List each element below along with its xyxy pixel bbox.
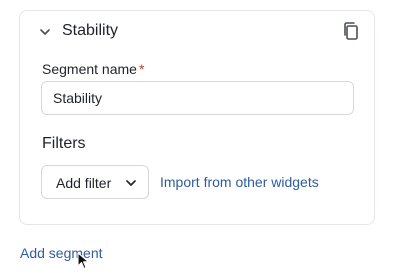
copy-icon[interactable] (342, 21, 360, 41)
segment-name-label-text: Segment name (42, 61, 137, 77)
add-filter-label: Add filter (56, 175, 112, 191)
segment-name-input[interactable]: Stability (41, 81, 354, 115)
mouse-cursor-icon (77, 252, 90, 270)
chevron-down-icon[interactable] (38, 25, 52, 39)
segment-card: Stability Segment name * Stability Filter… (19, 10, 375, 225)
add-filter-dropdown[interactable]: Add filter (41, 165, 149, 199)
required-mark: * (138, 61, 145, 77)
filters-heading: Filters (42, 135, 86, 152)
chevron-down-icon (126, 180, 136, 186)
segment-name-label: Segment name * (42, 61, 144, 77)
segment-title: Stability (62, 22, 119, 39)
import-from-widgets-link[interactable]: Import from other widgets (160, 174, 319, 190)
